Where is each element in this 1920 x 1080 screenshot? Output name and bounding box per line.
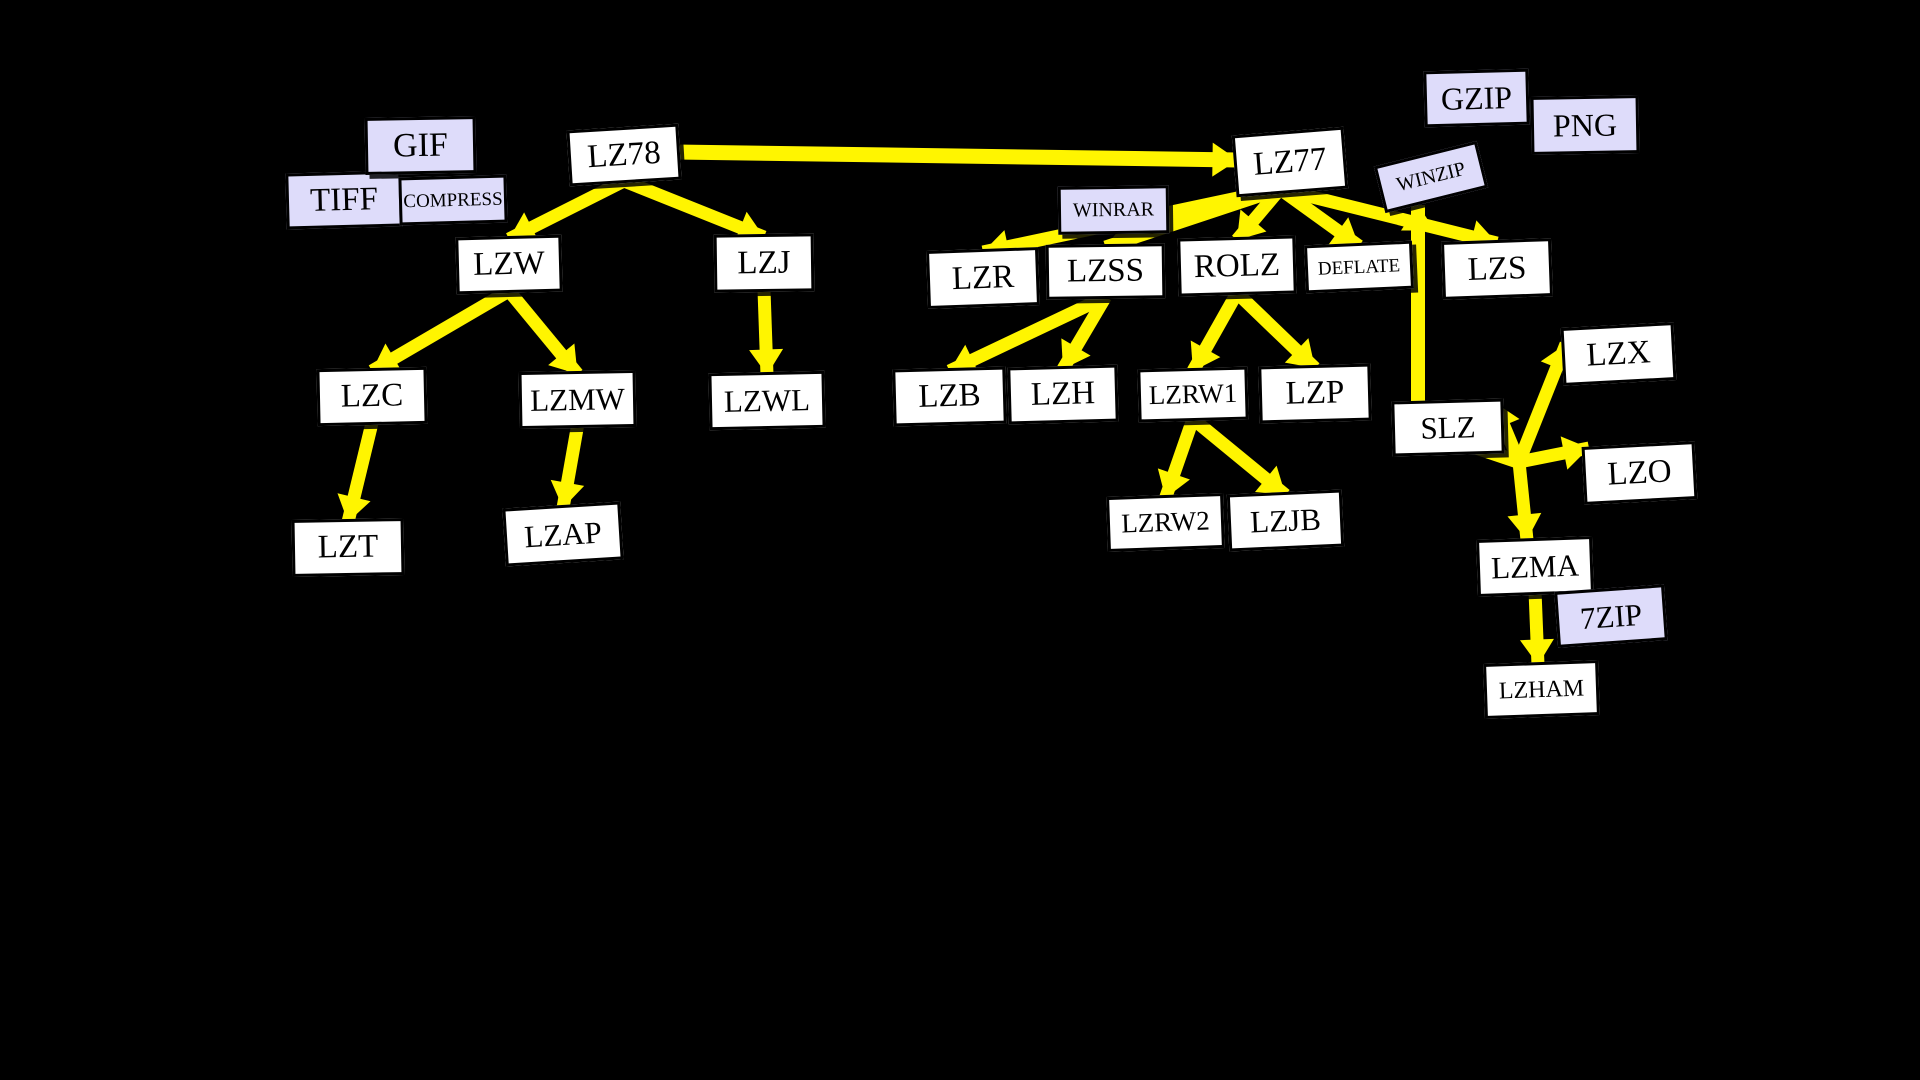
node-label: WINRAR bbox=[1072, 198, 1155, 222]
node-winrar[interactable]: WINRAR bbox=[1057, 185, 1170, 235]
node-label: SLZ bbox=[1419, 409, 1477, 446]
node-label: WINZIP bbox=[1394, 157, 1468, 197]
node-label: LZO bbox=[1606, 452, 1673, 493]
node-lzc[interactable]: LZC bbox=[316, 366, 428, 427]
node-label: 7ZIP bbox=[1578, 596, 1644, 636]
node-label: LZMA bbox=[1490, 547, 1580, 586]
node-lz78[interactable]: LZ78 bbox=[566, 123, 682, 187]
node-label: LZW bbox=[472, 245, 546, 283]
node-label: LZR bbox=[951, 258, 1015, 297]
node-label: COMPRESS bbox=[403, 188, 503, 212]
node-lzwl[interactable]: LZWL bbox=[708, 370, 826, 431]
node-rolz[interactable]: ROLZ bbox=[1177, 235, 1297, 297]
node-lzjb[interactable]: LZJB bbox=[1226, 489, 1345, 552]
diagram-canvas: TIFF GIF COMPRESS LZ78 LZW LZJ LZC LZMW LZWL LZT L… bbox=[0, 0, 1920, 1080]
node-lzo[interactable]: LZO bbox=[1581, 441, 1698, 505]
node-compress[interactable]: COMPRESS bbox=[398, 174, 508, 226]
node-lzs[interactable]: LZS bbox=[1441, 238, 1553, 300]
node-gzip[interactable]: GZIP bbox=[1423, 68, 1530, 128]
node-label: LZP bbox=[1285, 374, 1345, 412]
node-lzap[interactable]: LZAP bbox=[502, 501, 624, 567]
node-label: LZC bbox=[340, 377, 404, 415]
node-lzx[interactable]: LZX bbox=[1560, 322, 1677, 386]
node-label: LZMW bbox=[529, 381, 626, 418]
edge-layer bbox=[337, 142, 1591, 666]
node-deflate[interactable]: DEFLATE bbox=[1304, 240, 1414, 294]
node-lzb[interactable]: LZB bbox=[892, 366, 1007, 427]
node-lzham[interactable]: LZHAM bbox=[1483, 660, 1600, 719]
node-label: LZT bbox=[317, 528, 379, 566]
node-label: LZ77 bbox=[1251, 140, 1328, 183]
node-label: TIFF bbox=[309, 180, 379, 219]
node-lzmw[interactable]: LZMW bbox=[518, 369, 637, 430]
node-label: LZX bbox=[1585, 333, 1652, 374]
node-label: LZWL bbox=[723, 382, 811, 419]
node-label: LZB bbox=[917, 377, 982, 415]
node-lzss[interactable]: LZSS bbox=[1045, 243, 1166, 300]
node-7zip[interactable]: 7ZIP bbox=[1554, 584, 1668, 648]
node-lzr[interactable]: LZR bbox=[926, 247, 1040, 309]
node-label: ROLZ bbox=[1193, 246, 1281, 285]
node-slz[interactable]: SLZ bbox=[1391, 398, 1505, 457]
node-lzrw1[interactable]: LZRW1 bbox=[1137, 366, 1249, 423]
node-label: GZIP bbox=[1440, 79, 1513, 117]
node-lzp[interactable]: LZP bbox=[1258, 363, 1372, 424]
node-label: LZAP bbox=[523, 514, 603, 554]
node-tiff[interactable]: TIFF bbox=[285, 170, 403, 230]
node-lzrw2[interactable]: LZRW2 bbox=[1106, 492, 1225, 553]
node-lzh[interactable]: LZH bbox=[1007, 364, 1119, 425]
node-label: LZJB bbox=[1249, 501, 1322, 540]
node-label: LZ78 bbox=[586, 134, 662, 175]
node-label: LZS bbox=[1467, 249, 1527, 288]
node-label: LZHAM bbox=[1498, 675, 1585, 704]
node-label: LZRW1 bbox=[1148, 377, 1238, 411]
node-label: DEFLATE bbox=[1317, 254, 1401, 280]
node-png[interactable]: PNG bbox=[1530, 95, 1640, 155]
node-lzw[interactable]: LZW bbox=[455, 234, 563, 295]
node-label: LZH bbox=[1030, 375, 1096, 413]
node-label: LZRW2 bbox=[1120, 505, 1211, 539]
node-label: LZSS bbox=[1066, 252, 1145, 290]
node-lz77[interactable]: LZ77 bbox=[1231, 126, 1349, 198]
node-label: PNG bbox=[1552, 106, 1618, 144]
node-lzma[interactable]: LZMA bbox=[1476, 535, 1594, 598]
node-label: LZJ bbox=[737, 244, 791, 281]
node-lzt[interactable]: LZT bbox=[291, 518, 405, 577]
node-label: GIF bbox=[392, 126, 449, 164]
node-lzj[interactable]: LZJ bbox=[713, 233, 815, 293]
node-gif[interactable]: GIF bbox=[364, 116, 477, 175]
